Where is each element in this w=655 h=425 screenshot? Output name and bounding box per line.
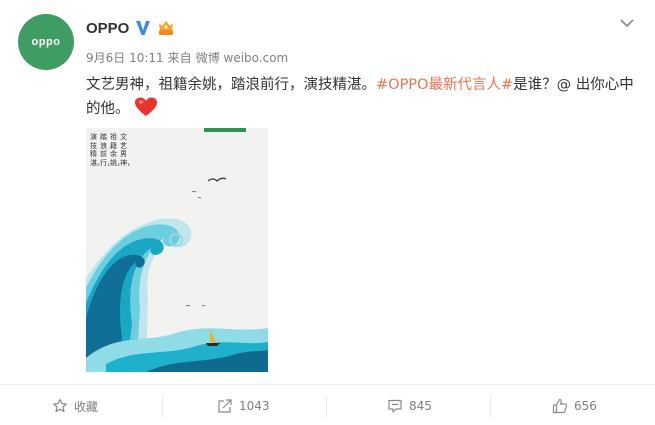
post-image[interactable]: 文艺男神， 祖籍余姚， 踏浪前行， 演技精湛。 xyxy=(86,128,268,372)
post-text-part1: 文艺男神，祖籍余姚，踏浪前行，演技精湛。 xyxy=(86,77,376,93)
poster-text-col4: 演技精湛。 xyxy=(90,133,104,167)
comment-count: 845 xyxy=(409,399,432,413)
post-source[interactable]: 微博 weibo.com xyxy=(196,51,289,65)
like-count: 656 xyxy=(574,399,597,413)
action-separator xyxy=(162,395,163,417)
verified-v-icon[interactable] xyxy=(134,19,152,37)
comment-button[interactable]: 845 xyxy=(387,396,432,416)
post-text: 文艺男神，祖籍余姚，踏浪前行，演技精湛。#OPPO最新代言人#是谁？@ 出你心中… xyxy=(86,73,641,121)
bird-icon xyxy=(197,197,202,199)
comment-icon xyxy=(388,399,402,413)
source-prefix: 来自 xyxy=(167,51,192,65)
chevron-down-icon[interactable] xyxy=(619,17,635,29)
bird-icon xyxy=(185,304,191,307)
vip-badge-icon[interactable] xyxy=(157,20,175,36)
post-meta: 9月6日 10:11 来自 微博 weibo.com xyxy=(86,49,292,66)
favorite-label: 收藏 xyxy=(74,399,99,414)
share-button[interactable]: 1043 xyxy=(217,396,270,416)
bird-icon xyxy=(201,305,206,307)
avatar[interactable]: oppo xyxy=(18,14,74,70)
bird-icon xyxy=(207,177,227,182)
user-name[interactable]: OPPO xyxy=(86,20,129,37)
action-separator xyxy=(490,395,491,417)
thumbs-up-icon xyxy=(552,398,568,414)
oppo-logo: oppo xyxy=(31,36,61,48)
topic-link[interactable]: #OPPO最新代言人# xyxy=(376,77,513,93)
share-icon xyxy=(218,399,232,413)
action-separator xyxy=(326,395,327,417)
favorite-button[interactable]: 收藏 xyxy=(52,396,98,416)
poster-accent-bar xyxy=(204,128,246,132)
post-time[interactable]: 9月6日 10:11 xyxy=(86,51,164,65)
heart-emoji-icon xyxy=(134,97,157,116)
like-button[interactable]: 656 xyxy=(552,396,597,416)
action-divider xyxy=(0,384,655,385)
bird-icon xyxy=(191,190,197,193)
star-icon xyxy=(53,398,67,413)
share-count: 1043 xyxy=(239,399,270,413)
